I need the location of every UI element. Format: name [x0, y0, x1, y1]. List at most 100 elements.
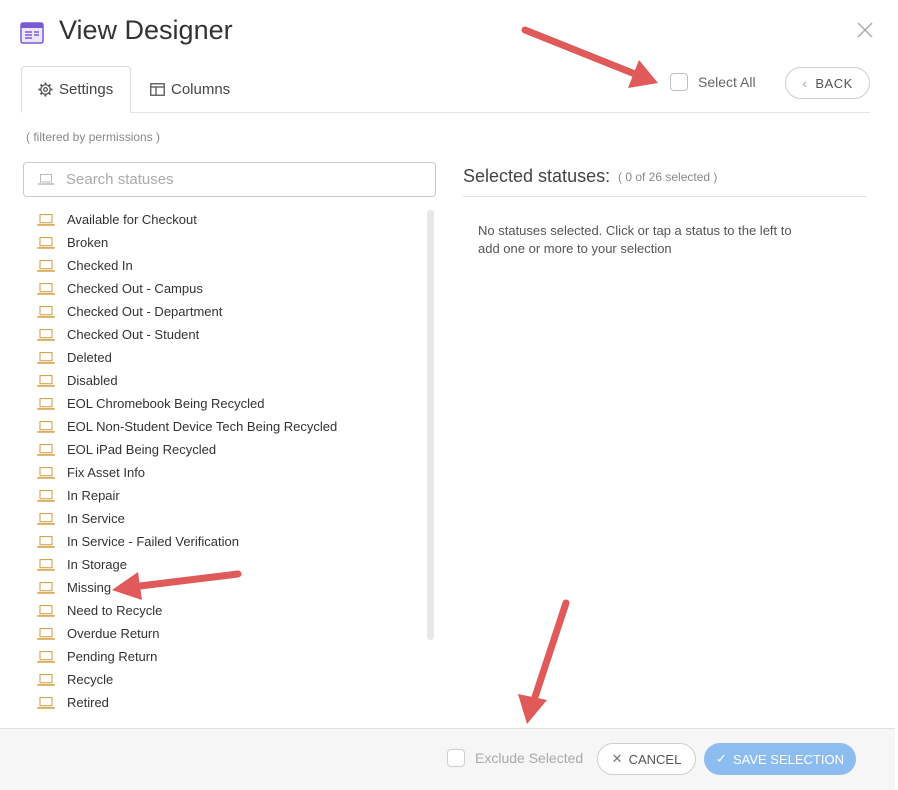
laptop-icon — [37, 213, 55, 226]
status-item[interactable]: EOL iPad Being Recycled — [34, 438, 424, 461]
view-designer-modal: View Designer Settings Columns Select Al… — [0, 0, 896, 790]
exclude-selected-label: Exclude Selected — [475, 750, 584, 766]
status-label: In Service - Failed Verification — [67, 534, 239, 549]
search-box[interactable] — [23, 162, 436, 197]
status-label: Checked Out - Campus — [67, 281, 203, 296]
laptop-icon — [37, 673, 55, 686]
status-label: In Storage — [67, 557, 127, 572]
laptop-icon — [37, 351, 55, 364]
status-item[interactable]: Deleted — [34, 346, 424, 369]
save-selection-label: SAVE SELECTION — [732, 751, 844, 767]
status-label: Disabled — [67, 373, 118, 388]
status-label: Overdue Return — [67, 626, 160, 641]
laptop-icon — [37, 650, 55, 663]
status-label: EOL Chromebook Being Recycled — [67, 396, 265, 411]
back-button[interactable]: ‹ BACK — [785, 67, 870, 99]
status-item[interactable]: In Repair — [34, 484, 424, 507]
status-item[interactable]: Checked Out - Student — [34, 323, 424, 346]
laptop-icon — [37, 282, 55, 295]
laptop-icon — [38, 174, 54, 185]
status-item[interactable]: Recycle — [34, 668, 424, 691]
status-label: In Repair — [67, 488, 120, 503]
laptop-icon — [37, 305, 55, 318]
status-label: EOL iPad Being Recycled — [67, 442, 217, 457]
selected-count: ( 0 of 26 selected ) — [618, 170, 718, 184]
select-all-toggle[interactable]: Select All — [670, 73, 756, 91]
status-label: Checked Out - Student — [67, 327, 200, 342]
close-icon[interactable] — [855, 20, 875, 40]
status-item[interactable]: Fix Asset Info — [34, 461, 424, 484]
laptop-icon — [37, 627, 55, 640]
status-item[interactable]: Disabled — [34, 369, 424, 392]
status-label: EOL Non-Student Device Tech Being Recycl… — [67, 419, 338, 434]
search-input[interactable] — [64, 170, 408, 189]
status-item[interactable]: In Service - Failed Verification — [34, 530, 424, 553]
status-label: Pending Return — [67, 649, 158, 664]
exclude-selected-checkbox[interactable] — [447, 749, 465, 767]
tab-settings-label: Settings — [59, 81, 114, 98]
status-item[interactable]: Pending Return — [34, 645, 424, 668]
laptop-icon — [37, 443, 55, 456]
selected-statuses-heading: Selected statuses: — [463, 166, 611, 186]
status-label: Checked In — [67, 258, 133, 273]
status-item[interactable]: Available for Checkout — [34, 208, 424, 231]
gear-icon — [38, 82, 53, 97]
status-list-scrollbar[interactable] — [427, 210, 434, 640]
status-label: Retired — [67, 695, 109, 710]
cancel-button[interactable]: ✕ CANCEL — [597, 743, 696, 775]
status-item[interactable]: Need to Recycle — [34, 599, 424, 622]
status-item[interactable]: Missing — [34, 576, 424, 599]
status-item[interactable]: EOL Chromebook Being Recycled — [34, 392, 424, 415]
laptop-icon — [37, 604, 55, 617]
close-icon: ✕ — [611, 751, 623, 766]
selected-divider — [463, 196, 867, 197]
status-item[interactable]: In Storage — [34, 553, 424, 576]
laptop-icon — [37, 236, 55, 249]
laptop-icon — [37, 374, 55, 387]
status-list: Available for Checkout Broken Checked In Ch… — [34, 208, 424, 714]
page-title: View Designer — [59, 15, 233, 45]
select-all-label: Select All — [698, 74, 756, 90]
laptop-icon — [37, 535, 55, 548]
laptop-icon — [37, 259, 55, 272]
tabs-divider — [22, 112, 870, 113]
laptop-icon — [37, 489, 55, 502]
status-item[interactable]: Checked Out - Campus — [34, 277, 424, 300]
cancel-button-label: CANCEL — [628, 751, 682, 767]
view-designer-icon — [20, 22, 44, 44]
status-item[interactable]: Broken — [34, 231, 424, 254]
laptop-icon — [37, 696, 55, 709]
columns-icon — [150, 83, 165, 96]
laptop-icon — [37, 581, 55, 594]
status-label: Deleted — [67, 350, 112, 365]
exclude-selected-toggle[interactable]: Exclude Selected — [447, 749, 583, 767]
tab-columns-label: Columns — [171, 81, 231, 98]
tab-columns[interactable]: Columns — [150, 66, 230, 113]
checkmark-icon: ✓ — [716, 751, 727, 766]
status-label: Fix Asset Info — [67, 465, 146, 480]
status-label: Checked Out - Department — [67, 304, 223, 319]
laptop-icon — [37, 328, 55, 341]
status-label: Need to Recycle — [67, 603, 163, 618]
chevron-left-icon: ‹ — [802, 75, 808, 91]
status-label: Available for Checkout — [67, 212, 197, 227]
laptop-icon — [37, 420, 55, 433]
status-label: Recycle — [67, 672, 114, 687]
status-item[interactable]: In Service — [34, 507, 424, 530]
save-selection-button[interactable]: ✓ SAVE SELECTION — [704, 743, 856, 775]
filter-note: ( filtered by permissions ) — [26, 130, 161, 144]
select-all-checkbox[interactable] — [670, 73, 688, 91]
status-item[interactable]: EOL Non-Student Device Tech Being Recycl… — [34, 415, 424, 438]
empty-selection-message: No statuses selected. Click or tap a sta… — [478, 223, 792, 256]
status-item[interactable]: Checked Out - Department — [34, 300, 424, 323]
back-button-label: BACK — [815, 75, 853, 91]
status-item[interactable]: Overdue Return — [34, 622, 424, 645]
status-item[interactable]: Checked In — [34, 254, 424, 277]
status-item[interactable]: Retired — [34, 691, 424, 714]
status-label: In Service — [67, 511, 125, 526]
laptop-icon — [37, 466, 55, 479]
laptop-icon — [37, 558, 55, 571]
laptop-icon — [37, 397, 55, 410]
laptop-icon — [37, 512, 55, 525]
tab-settings[interactable]: Settings — [21, 66, 131, 113]
